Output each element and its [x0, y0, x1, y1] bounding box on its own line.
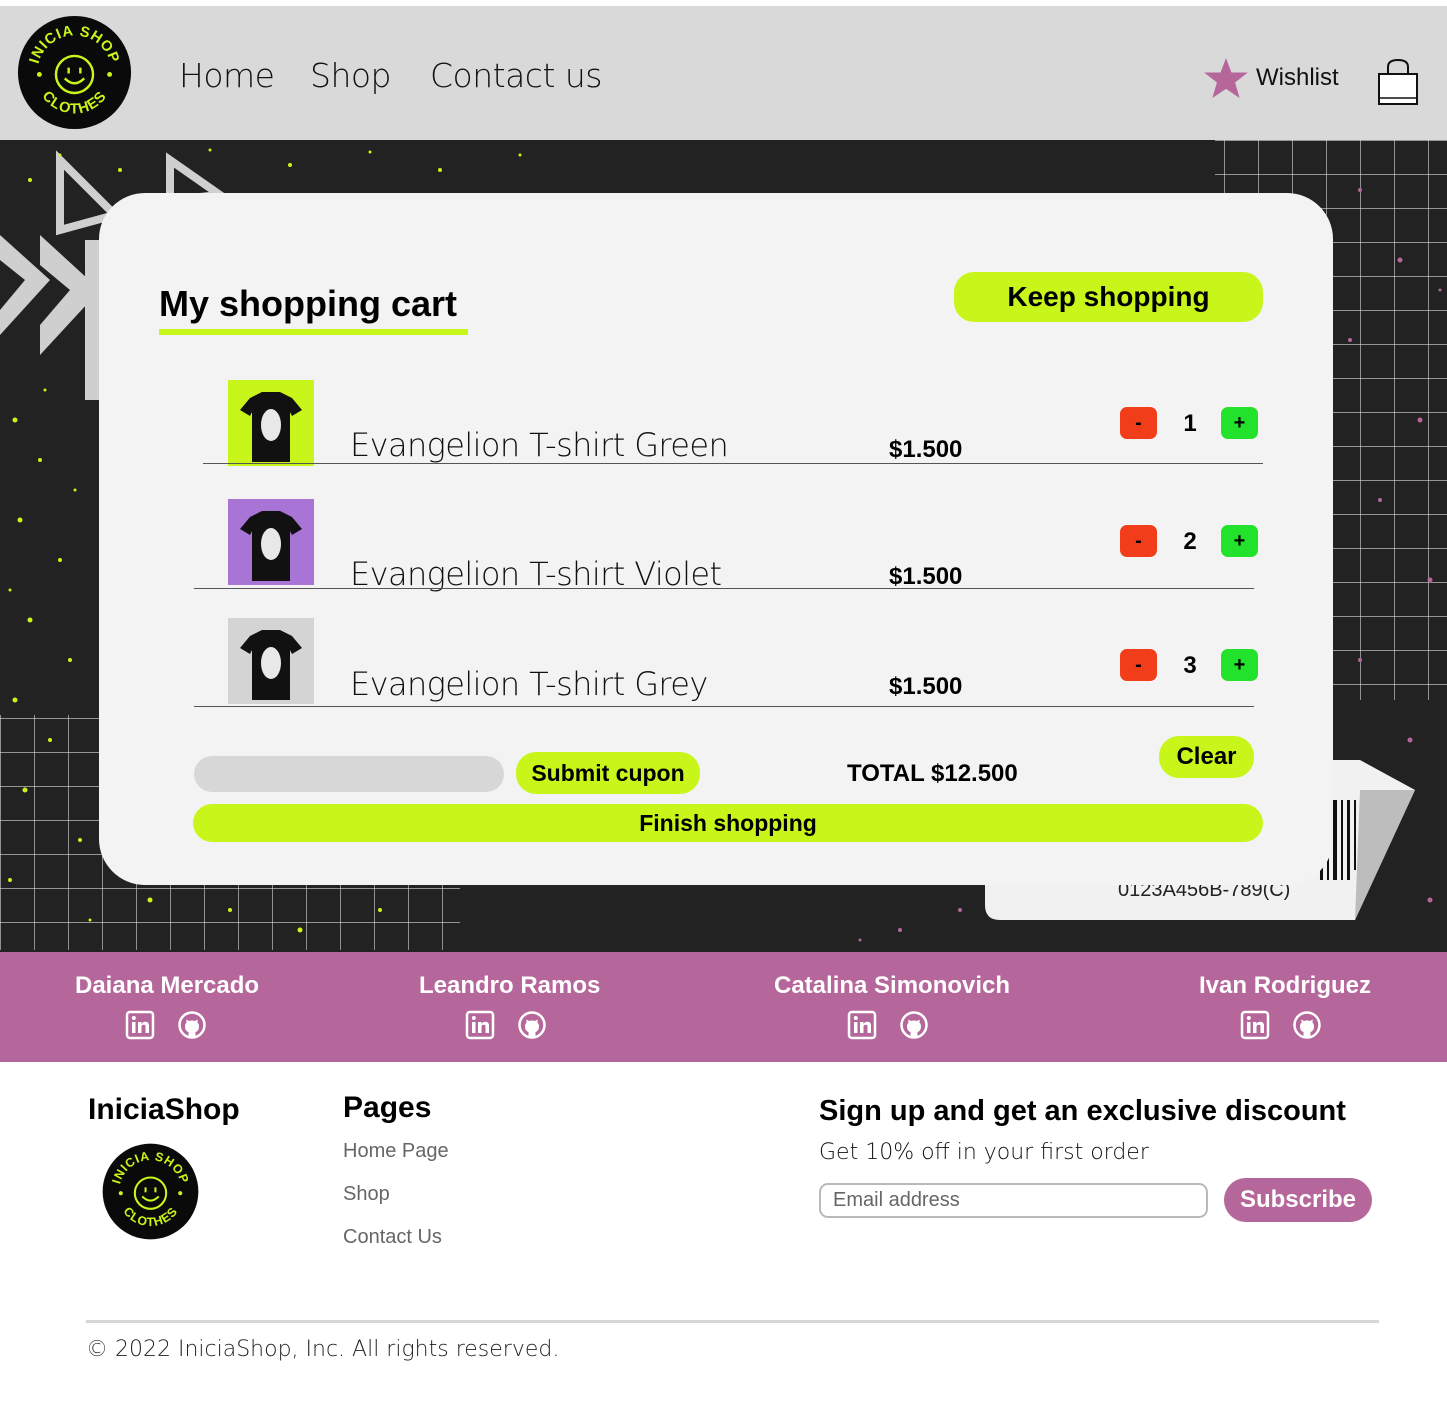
wishlist-link[interactable]: Wishlist: [1204, 58, 1339, 98]
star-icon: [1204, 58, 1248, 98]
linkedin-icon[interactable]: [125, 1010, 155, 1040]
member-name: Leandro Ramos: [419, 972, 601, 999]
subscribe-button[interactable]: Subscribe: [1224, 1178, 1372, 1222]
tshirt-image: [228, 380, 314, 466]
team-band: Daiana Mercado Leandro Ramos Catalina Si…: [0, 952, 1447, 1062]
signup-subtitle: Get 10% off in your first order: [819, 1140, 1149, 1165]
linkedin-icon[interactable]: [1240, 1010, 1270, 1040]
cart-card: My shopping cart Keep shopping Evangelio…: [99, 193, 1333, 885]
footer-link-home[interactable]: Home Page: [343, 1140, 449, 1163]
nav-contact[interactable]: Contact us: [430, 56, 603, 95]
nav-home[interactable]: Home: [179, 56, 275, 95]
item-name: Evangelion T-shirt Green: [350, 426, 729, 464]
github-icon[interactable]: [517, 1010, 547, 1040]
decrease-quantity-button[interactable]: -: [1120, 407, 1157, 439]
cart-total: TOTAL $12.500: [847, 760, 1018, 787]
copyright: © 2022 IniciaShop, Inc. All rights reser…: [86, 1337, 560, 1362]
logo-icon[interactable]: INICIA SHOP CLOTHES: [16, 14, 133, 131]
clear-cart-button[interactable]: Clear: [1159, 736, 1254, 778]
github-icon[interactable]: [899, 1010, 929, 1040]
increase-quantity-button[interactable]: +: [1221, 407, 1258, 439]
item-price: $1.500: [889, 673, 963, 700]
signup-title: Sign up and get an exclusive discount: [819, 1095, 1346, 1127]
increase-quantity-button[interactable]: +: [1221, 525, 1258, 557]
linkedin-icon[interactable]: [847, 1010, 877, 1040]
header: INICIA SHOP CLOTHES Home Shop Contact us…: [0, 6, 1447, 140]
shopping-bag-icon[interactable]: [1376, 58, 1420, 106]
team-member: Leandro Ramos: [419, 972, 601, 1040]
linkedin-icon[interactable]: [465, 1010, 495, 1040]
member-name: Catalina Simonovich: [774, 972, 1011, 999]
increase-quantity-button[interactable]: +: [1221, 649, 1258, 681]
footer-link-contact[interactable]: Contact Us: [343, 1226, 442, 1249]
item-quantity: 1: [1183, 410, 1197, 437]
tshirt-image: [228, 499, 314, 585]
divider: [194, 588, 1254, 589]
finish-shopping-button[interactable]: Finish shopping: [193, 804, 1263, 842]
github-icon[interactable]: [177, 1010, 207, 1040]
item-price: $1.500: [889, 436, 963, 463]
page: INICIA SHOP CLOTHES Home Shop Contact us…: [0, 0, 1447, 1409]
footer-divider: [86, 1320, 1379, 1323]
footer-pages-title: Pages: [343, 1091, 432, 1124]
decrease-quantity-button[interactable]: -: [1120, 525, 1157, 557]
cart-title: My shopping cart: [159, 283, 458, 324]
item-name: Evangelion T-shirt Grey: [350, 665, 708, 703]
item-price: $1.500: [889, 563, 963, 590]
item-quantity: 2: [1183, 528, 1197, 555]
footer-brand: IniciaShop: [88, 1093, 240, 1126]
team-member: Daiana Mercado: [75, 972, 260, 1040]
divider: [203, 463, 1263, 464]
tshirt-image: [228, 618, 314, 704]
team-member: Catalina Simonovich: [774, 972, 1011, 1040]
coupon-input[interactable]: [194, 756, 504, 792]
nav-shop[interactable]: Shop: [310, 56, 392, 95]
keep-shopping-button[interactable]: Keep shopping: [954, 272, 1263, 322]
title-underline: [159, 329, 468, 335]
team-member: Ivan Rodriguez: [1199, 972, 1372, 1040]
decrease-quantity-button[interactable]: -: [1120, 649, 1157, 681]
item-quantity: 3: [1183, 652, 1197, 679]
email-field[interactable]: [819, 1183, 1208, 1218]
logo-icon: INICIA SHOP CLOTHES: [102, 1143, 199, 1240]
wishlist-label: Wishlist: [1256, 64, 1339, 91]
divider: [194, 706, 1254, 707]
submit-coupon-button[interactable]: Submit cupon: [516, 752, 700, 794]
member-name: Daiana Mercado: [75, 972, 260, 999]
member-name: Ivan Rodriguez: [1199, 972, 1372, 999]
github-icon[interactable]: [1292, 1010, 1322, 1040]
footer-link-shop[interactable]: Shop: [343, 1183, 390, 1206]
